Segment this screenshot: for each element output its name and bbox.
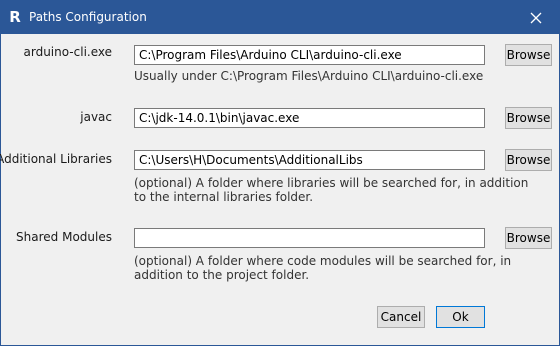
shared-modules-path-field[interactable] — [134, 228, 485, 248]
app-icon: R — [9, 8, 21, 26]
close-icon — [530, 12, 542, 23]
arduino-cli-hint: Usually under C:\Program Files\Arduino C… — [134, 69, 484, 83]
javac-path-field[interactable]: C:\jdk-14.0.1\bin\javac.exe — [134, 108, 485, 128]
javac-browse-button[interactable]: Browse — [505, 107, 552, 129]
shared-modules-hint-line2: addition to the project folder. — [134, 268, 310, 282]
ok-button[interactable]: Ok — [436, 306, 485, 328]
additional-libraries-label: Additional Libraries — [0, 152, 112, 166]
javac-label: javac — [80, 110, 112, 124]
title-bar: R Paths Configuration — [1, 1, 559, 34]
arduino-cli-path-field[interactable]: C:\Program Files\Arduino CLI\arduino-cli… — [134, 45, 485, 65]
arduino-cli-label: arduino-cli.exe — [23, 45, 113, 59]
shared-modules-hint-line1: (optional) A folder where code modules w… — [134, 254, 512, 268]
window-title: Paths Configuration — [29, 10, 147, 24]
arduino-cli-browse-button[interactable]: Browse — [505, 44, 552, 66]
additional-libraries-hint-line1: (optional) A folder where libraries will… — [134, 176, 529, 190]
cancel-button[interactable]: Cancel — [377, 306, 425, 328]
additional-libraries-path-field[interactable]: C:\Users\H\Documents\AdditionalLibs — [134, 150, 485, 170]
paths-configuration-dialog: R Paths Configuration arduino-cli.exe C:… — [0, 0, 560, 346]
shared-modules-label: Shared Modules — [16, 230, 112, 244]
shared-modules-browse-button[interactable]: Browse — [505, 227, 552, 249]
additional-libraries-browse-button[interactable]: Browse — [505, 149, 552, 171]
additional-libraries-hint-line2: to the internal libraries folder. — [134, 190, 314, 204]
close-button[interactable] — [513, 1, 559, 34]
